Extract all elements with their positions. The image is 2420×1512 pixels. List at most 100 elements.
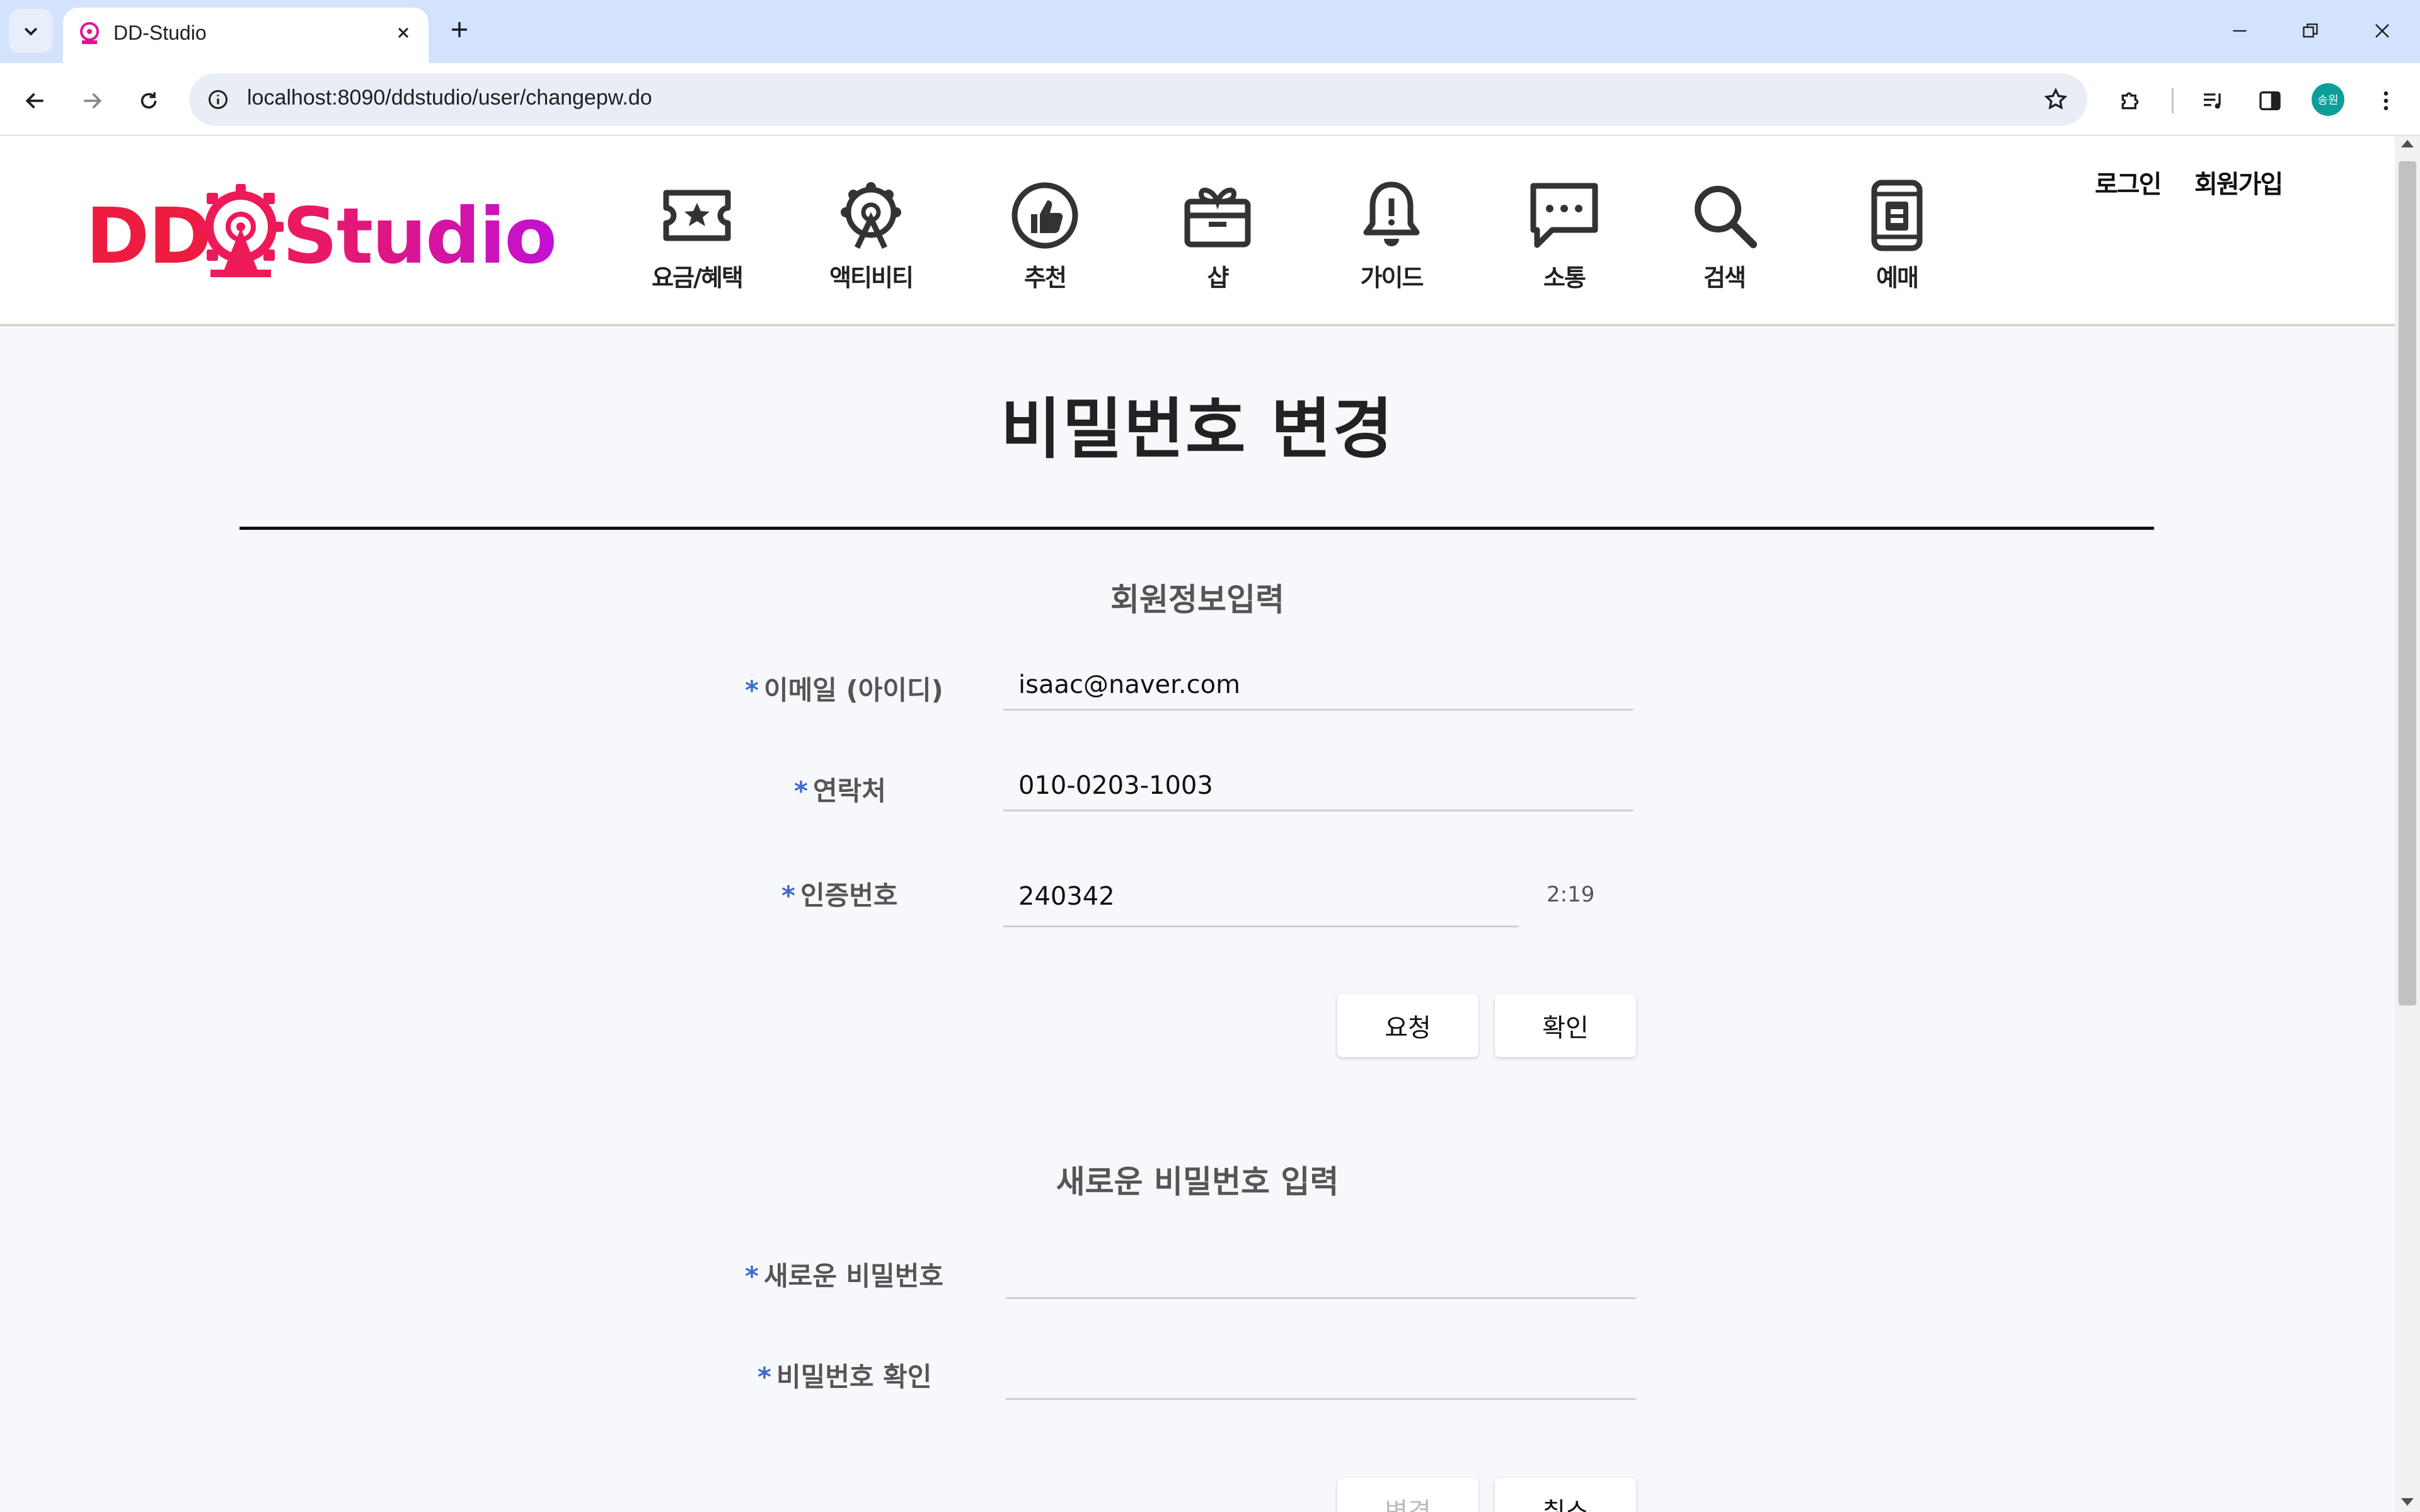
tab-close-button[interactable] (389, 19, 417, 47)
nav-label: 액티비티 (829, 264, 914, 292)
nav-label: 예매 (1876, 264, 1919, 292)
logo-studio-text: Studio (282, 192, 557, 281)
new-password-field[interactable] (1006, 1249, 1636, 1299)
nav-item-pricing[interactable]: 요금/혜택 (634, 180, 760, 292)
media-control-button[interactable] (2193, 81, 2233, 121)
browser-tab-active[interactable]: DD-Studio (63, 8, 429, 63)
restore-icon (2303, 23, 2318, 38)
nav-item-shop[interactable]: 샵 (1155, 180, 1281, 292)
phone-label-text: 연락처 (812, 776, 886, 806)
nav-item-community[interactable]: 소통 (1501, 180, 1627, 292)
star-icon (2044, 88, 2068, 110)
music-queue-icon (2204, 93, 2221, 109)
chevron-down-icon (24, 27, 38, 36)
new-tab-button[interactable] (440, 10, 479, 49)
member-info-section-title: 회원정보입력 (1110, 581, 1284, 618)
new-password-label-text: 새로운 비밀번호 (763, 1261, 944, 1292)
mobile-ticket-icon (1862, 180, 1932, 251)
reload-icon (141, 92, 157, 109)
title-divider (239, 527, 2154, 530)
search-icon (1689, 180, 1760, 251)
nav-label: 소통 (1543, 264, 1586, 292)
gift-box-icon (1182, 180, 1253, 251)
ticket-star-icon (662, 180, 732, 251)
close-icon (398, 27, 409, 38)
window-close-button[interactable] (2357, 9, 2407, 53)
nav-item-activity[interactable]: 액티비티 (808, 180, 934, 292)
nav-label: 샵 (1207, 264, 1230, 292)
verification-code-label-text: 인증번호 (800, 880, 898, 911)
browser-toolbar: localhost:8090/ddstudio/user/changepw.do (0, 63, 2420, 136)
arrow-right-icon (84, 93, 102, 109)
page-viewport: DD Studio 요금/혜택 액티비티 추천 샵 가이드 소통 검색 예매 로… (0, 136, 2395, 1512)
required-mark: * (745, 675, 759, 706)
nav-item-guide[interactable]: 가이드 (1328, 180, 1455, 292)
forward-button[interactable] (72, 81, 112, 121)
address-url: localhost:8090/ddstudio/user/changepw.do (247, 86, 652, 110)
signup-link[interactable]: 회원가입 (2194, 164, 2283, 200)
confirm-password-label: * 비밀번호 확인 (758, 1356, 931, 1394)
chat-bubble-icon (1529, 180, 1599, 251)
new-password-section-title: 새로운 비밀번호 입력 (1056, 1164, 1339, 1200)
ferris-wheel-logo-icon (198, 184, 284, 277)
cancel-button[interactable]: 취소 (1495, 1478, 1636, 1512)
required-mark: * (745, 1261, 759, 1292)
confirm-code-button[interactable]: 확인 (1495, 994, 1636, 1057)
request-code-button[interactable]: 요청 (1337, 994, 1478, 1057)
email-field[interactable] (1003, 660, 1634, 711)
page-scrollbar[interactable] (2395, 136, 2420, 1512)
plus-icon (452, 22, 467, 37)
browser-menu-button[interactable] (2366, 81, 2406, 121)
profile-avatar[interactable]: 송원 (2312, 83, 2344, 116)
email-label: * 이메일 (아이디) (745, 669, 943, 707)
nav-item-search[interactable]: 검색 (1661, 180, 1787, 292)
page-title: 비밀번호 변경 (1000, 391, 1395, 467)
toolbar-separator (2172, 88, 2174, 113)
scroll-up-arrow-icon[interactable] (2401, 140, 2414, 147)
nav-label: 요금/혜택 (652, 264, 744, 292)
back-button[interactable] (15, 81, 55, 121)
site-header: DD Studio 요금/혜택 액티비티 추천 샵 가이드 소통 검색 예매 로… (0, 136, 2395, 326)
verification-timer: 2:19 (1547, 882, 1595, 907)
verification-code-field[interactable] (1003, 867, 1519, 927)
logo-dd-text: DD (86, 192, 212, 281)
reload-button[interactable] (129, 81, 169, 121)
bookmark-button[interactable] (2038, 82, 2073, 117)
email-label-text: 이메일 (아이디) (763, 675, 943, 706)
ferris-wheel-icon (836, 180, 906, 251)
favicon-icon (80, 22, 99, 44)
nav-item-recommend[interactable]: 추천 (982, 180, 1108, 292)
confirm-password-field[interactable] (1006, 1349, 1636, 1400)
thumbs-up-icon (1010, 180, 1080, 251)
change-password-button[interactable]: 변경 (1337, 1478, 1478, 1512)
side-panel-button[interactable] (2250, 81, 2290, 121)
bell-alert-icon (1356, 180, 1427, 251)
extensions-button[interactable] (2110, 81, 2150, 121)
tab-title: DD-Studio (113, 21, 207, 44)
arrow-left-icon (25, 93, 43, 109)
required-mark: * (781, 880, 795, 911)
side-panel-icon (2259, 91, 2281, 110)
nav-label: 추천 (1024, 264, 1067, 292)
browser-tab-strip: DD-Studio (0, 0, 2420, 63)
nav-label: 검색 (1703, 264, 1746, 292)
confirm-password-label-text: 비밀번호 확인 (776, 1361, 932, 1392)
phone-field[interactable] (1003, 761, 1634, 811)
scroll-down-arrow-icon[interactable] (2401, 1498, 2414, 1506)
window-restore-button[interactable] (2285, 9, 2336, 53)
site-logo[interactable]: DD Studio (86, 179, 557, 281)
nav-item-booking[interactable]: 예매 (1834, 180, 1960, 292)
more-vertical-icon (2383, 91, 2388, 110)
address-bar[interactable]: localhost:8090/ddstudio/user/changepw.do (189, 73, 2087, 126)
close-icon (2375, 24, 2389, 38)
info-icon (209, 90, 228, 109)
tab-search-button[interactable] (9, 9, 53, 53)
scrollbar-thumb[interactable] (2399, 161, 2416, 1005)
window-minimize-button[interactable] (2215, 9, 2265, 53)
minimize-icon (2233, 30, 2247, 32)
nav-label: 가이드 (1360, 264, 1424, 292)
required-mark: * (758, 1361, 771, 1392)
required-mark: * (794, 776, 808, 806)
login-link[interactable]: 로그인 (2095, 164, 2162, 200)
site-info-icon[interactable] (202, 83, 234, 116)
